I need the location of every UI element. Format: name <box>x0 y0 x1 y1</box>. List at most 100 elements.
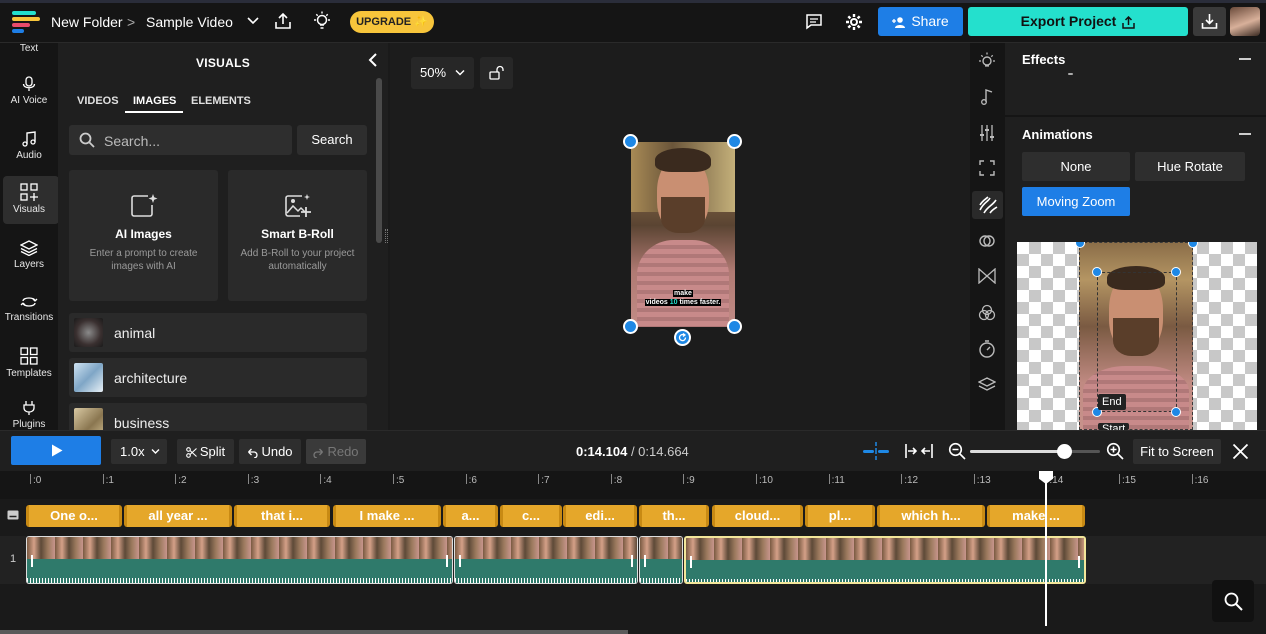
rail-item-audio[interactable]: Audio <box>0 131 58 161</box>
timeline-ruler[interactable] <box>0 471 1266 499</box>
resize-handle-top-right[interactable] <box>727 134 742 149</box>
panel-resize-handle[interactable] <box>385 229 388 243</box>
download-button[interactable] <box>1193 7 1226 36</box>
timeline-search-button[interactable] <box>1212 580 1254 622</box>
video-clip-3[interactable] <box>639 536 683 584</box>
fit-to-screen-button[interactable]: Fit to Screen <box>1133 439 1221 464</box>
smart-broll-card[interactable]: Smart B-Roll Add B-Roll to your project … <box>228 170 367 301</box>
rotate-handle[interactable] <box>674 329 691 346</box>
panel-scrollbar[interactable] <box>376 78 382 243</box>
undo-button[interactable]: Undo <box>239 439 301 464</box>
breadcrumb-folder[interactable]: New Folder <box>51 14 123 30</box>
tab-videos[interactable]: VIDEOS <box>77 95 119 107</box>
caption-clip[interactable]: th... <box>639 505 709 527</box>
category-animal[interactable]: animal <box>69 313 367 352</box>
export-project-button[interactable]: Export Project <box>968 7 1188 36</box>
caption-clip[interactable]: that i... <box>234 505 330 527</box>
project-title[interactable]: Sample Video <box>146 14 233 30</box>
animation-option-none[interactable]: None <box>1022 152 1130 181</box>
subtitle-line-1: make <box>673 290 693 297</box>
zoom-slider-track[interactable] <box>970 444 1100 459</box>
fullscreen-icon[interactable] <box>979 160 995 176</box>
chevron-down-icon[interactable] <box>247 16 259 26</box>
animations-section-title[interactable]: Animations <box>1022 127 1093 142</box>
zoom-in-icon[interactable] <box>1106 442 1124 460</box>
zoom-select[interactable]: 50% <box>411 57 474 89</box>
caption-clip[interactable]: I make ... <box>333 505 441 527</box>
animation-option-hue-rotate[interactable]: Hue Rotate <box>1135 152 1245 181</box>
caption-clip[interactable]: cloud... <box>712 505 803 527</box>
music-note-icon[interactable] <box>979 88 995 106</box>
rail-item-layers[interactable]: Layers <box>0 240 58 270</box>
rail-item-transitions[interactable]: Transitions <box>0 295 58 323</box>
rail-item-label: Plugins <box>12 419 46 430</box>
video-clip-1[interactable] <box>26 536 453 584</box>
ai-images-card[interactable]: AI Images Enter a prompt to create image… <box>69 170 218 301</box>
ruler-tick-mark <box>756 474 757 484</box>
collapse-effects-icon[interactable] <box>1239 58 1251 60</box>
share-upload-icon[interactable] <box>274 12 292 30</box>
timeline-horizontal-scrollbar[interactable] <box>0 630 628 634</box>
tab-elements[interactable]: ELEMENTS <box>191 95 251 107</box>
caption-clip[interactable]: One o... <box>26 505 122 527</box>
start-handle-top-right[interactable] <box>1188 242 1198 248</box>
rail-item-plugins[interactable]: Plugins <box>0 400 58 430</box>
rail-item-text[interactable]: Text <box>0 43 58 54</box>
upgrade-button[interactable]: UPGRADE ✨ <box>350 11 434 33</box>
link-rings-icon[interactable] <box>978 232 996 250</box>
caption-clip[interactable]: make ... <box>987 505 1085 527</box>
category-business[interactable]: business <box>69 403 367 430</box>
share-button[interactable]: Share <box>878 7 963 36</box>
adjust-sliders-icon[interactable] <box>979 124 995 142</box>
snap-split-icon[interactable] <box>863 442 889 460</box>
layers-icon[interactable] <box>978 377 996 393</box>
end-handle-top-left[interactable] <box>1092 267 1102 277</box>
lightbulb-icon[interactable] <box>978 52 996 70</box>
fit-arrows-icon[interactable] <box>905 443 933 459</box>
category-architecture[interactable]: architecture <box>69 358 367 397</box>
caption-clip[interactable]: a... <box>443 505 498 527</box>
caption-clip[interactable]: edi... <box>563 505 637 527</box>
comment-icon[interactable] <box>805 13 823 30</box>
caption-clip[interactable]: c... <box>500 505 562 527</box>
collapse-panel-icon[interactable] <box>366 52 380 68</box>
search-input[interactable]: Search... <box>69 125 292 155</box>
timer-icon[interactable] <box>978 340 996 358</box>
aspect-lock-button[interactable] <box>480 57 513 89</box>
tab-images[interactable]: IMAGES <box>133 95 176 107</box>
close-icon[interactable] <box>1232 443 1249 460</box>
color-circles-icon[interactable] <box>978 304 996 322</box>
effects-section-title[interactable]: Effects <box>1022 52 1065 67</box>
caption-clip[interactable]: which h... <box>877 505 985 527</box>
resize-handle-bottom-left[interactable] <box>623 319 638 334</box>
video-preview-frame[interactable]: make videos 10 times faster. <box>631 142 735 327</box>
collapse-animations-icon[interactable] <box>1239 133 1251 135</box>
rail-item-ai-voice[interactable]: AI Voice <box>0 76 58 106</box>
avatar[interactable] <box>1230 7 1260 36</box>
end-handle-top-right[interactable] <box>1171 267 1181 277</box>
end-handle-bottom-right[interactable] <box>1171 407 1181 417</box>
zoom-out-icon[interactable] <box>948 442 966 460</box>
app-logo-icon[interactable] <box>12 11 40 33</box>
playback-speed-select[interactable]: 1.0x <box>111 439 167 464</box>
animation-preview[interactable]: End Start <box>1017 242 1257 430</box>
rail-item-templates[interactable]: Templates <box>0 347 58 379</box>
search-button[interactable]: Search <box>297 125 367 155</box>
animation-option-moving-zoom[interactable]: Moving Zoom <box>1022 187 1130 216</box>
gear-icon[interactable] <box>845 13 863 31</box>
play-button[interactable] <box>11 436 101 465</box>
split-button[interactable]: Split <box>177 439 234 464</box>
redo-button[interactable]: Redo <box>306 439 366 464</box>
bowtie-transition-icon[interactable] <box>978 268 996 284</box>
resize-handle-top-left[interactable] <box>623 134 638 149</box>
resize-handle-bottom-right[interactable] <box>727 319 742 334</box>
caption-clip[interactable]: pl... <box>805 505 875 527</box>
lightbulb-icon[interactable] <box>313 11 331 31</box>
zoom-slider-thumb[interactable] <box>1056 444 1072 459</box>
video-clip-2[interactable] <box>454 536 638 584</box>
caption-clip[interactable]: all year ... <box>124 505 232 527</box>
animations-tab-active[interactable] <box>972 191 1003 219</box>
video-clip-4-selected[interactable] <box>684 536 1086 584</box>
playhead[interactable] <box>1045 471 1047 626</box>
rail-item-visuals[interactable]: Visuals <box>0 183 58 215</box>
